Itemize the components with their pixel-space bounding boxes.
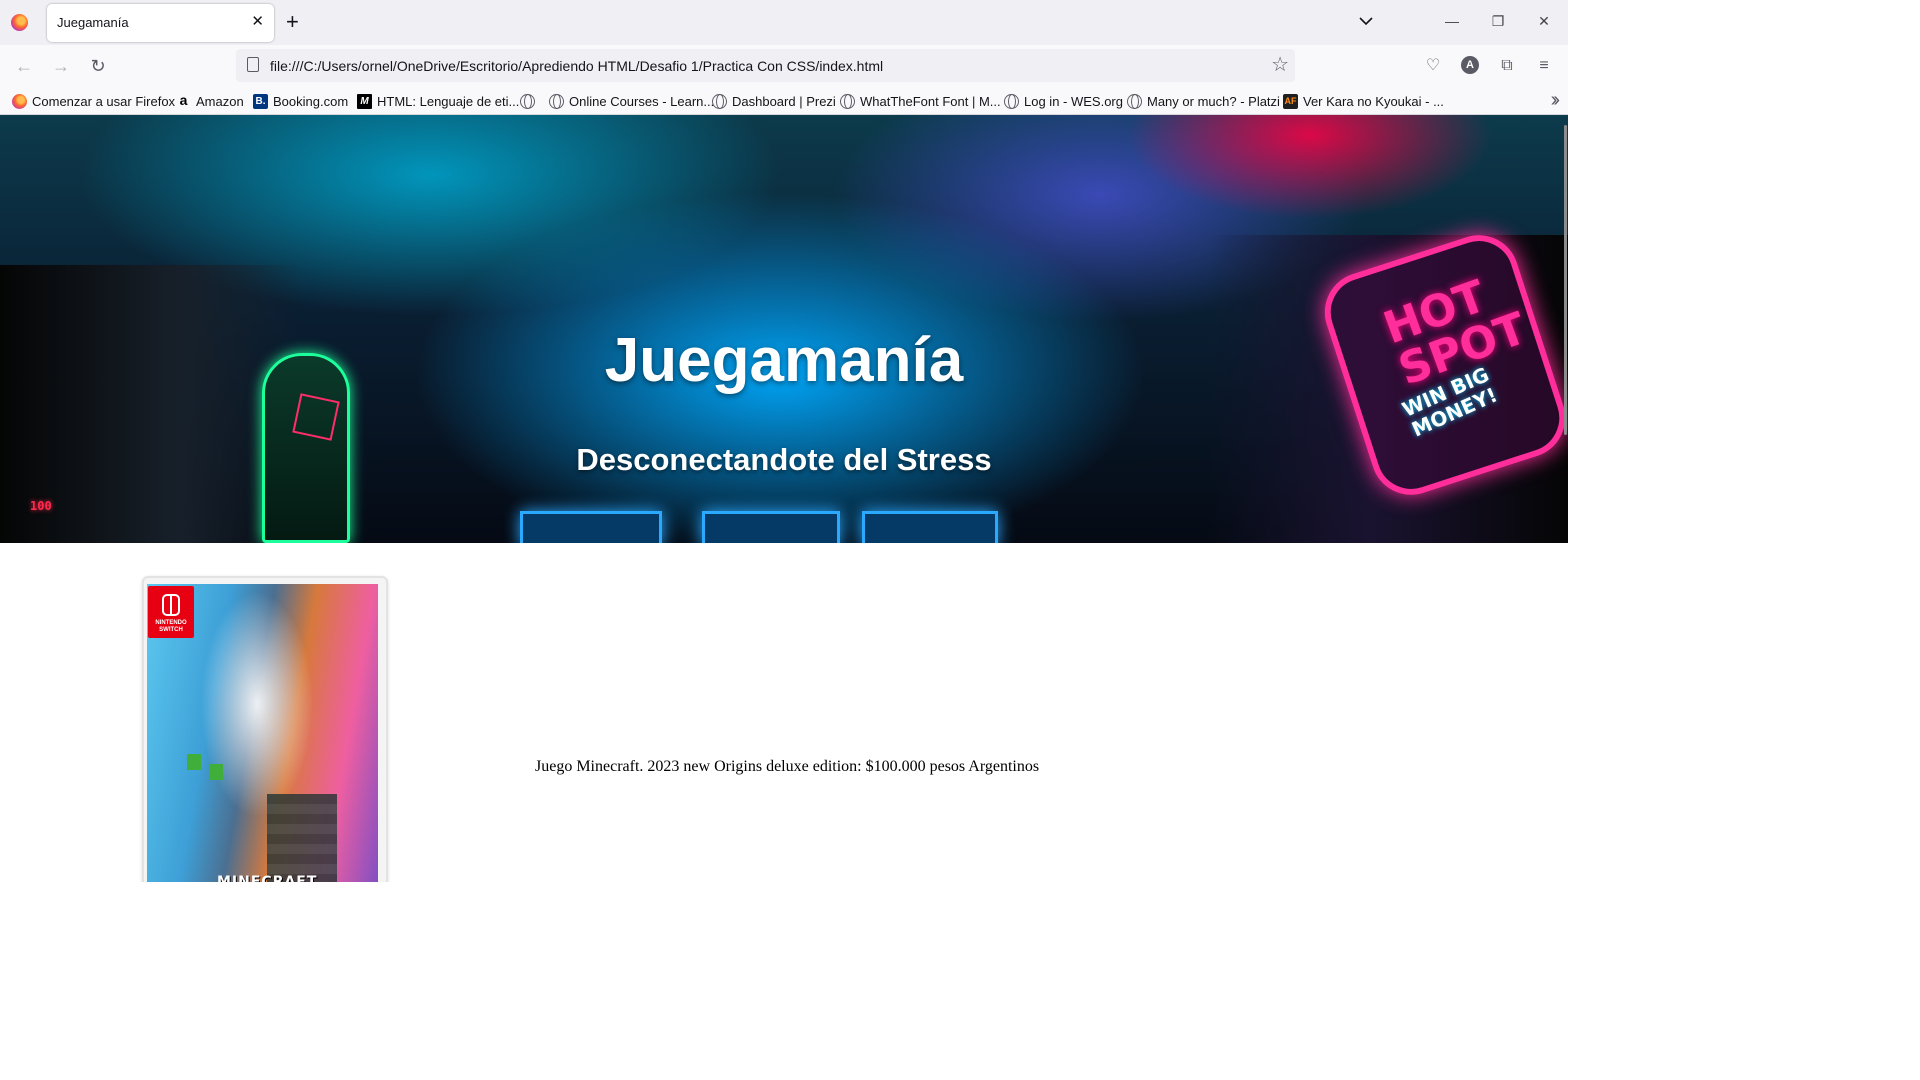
bookmark-online-courses[interactable]: Online Courses - Learn... <box>549 92 714 110</box>
arcade-screen <box>862 511 998 543</box>
local-file-page-icon <box>247 57 259 72</box>
bookmarks-toolbar: Comenzar a usar Firefox a Amazon B. Book… <box>0 87 1568 115</box>
bookmark-globe[interactable] <box>520 92 535 110</box>
firefox-menu-icon[interactable] <box>11 14 28 31</box>
tab-strip: Juegamanía ✕ + — ❐ ✕ <box>0 0 1568 45</box>
bookmark-kara-no-kyoukai[interactable]: AF Ver Kara no Kyoukai - ... <box>1283 92 1444 110</box>
product-description: Juego Minecraft. 2023 new Origins deluxe… <box>535 758 1040 775</box>
more-bookmarks-chevron-icon[interactable]: ›› <box>1551 89 1561 112</box>
neon-sign-frame <box>292 393 340 441</box>
bookmark-label: Log in - WES.org <box>1024 93 1123 109</box>
bookmark-label: Booking.com <box>273 93 349 109</box>
restore-icon[interactable]: ❐ <box>1488 11 1508 31</box>
mdn-icon: M <box>357 93 372 109</box>
close-window-icon[interactable]: ✕ <box>1534 11 1554 31</box>
tab-list-chevron-down-icon[interactable] <box>1359 14 1373 28</box>
machine-digits: 100 <box>30 499 52 513</box>
navigation-toolbar: ← → ↻ file:///C:/Users/ornel/OneDrive/Es… <box>0 45 1568 87</box>
product-image: MINECRAFT NINTENDO SWITCH <box>142 576 388 882</box>
hamburger-menu-icon[interactable]: ≡ <box>1533 55 1555 77</box>
nintendo-switch-badge: NINTENDO SWITCH <box>148 586 194 638</box>
cover-blocks <box>267 794 337 882</box>
bookmark-whatthefont[interactable]: WhatTheFont Font | M... <box>840 92 1001 110</box>
bookmark-prezi[interactable]: Dashboard | Prezi <box>712 92 836 110</box>
booking-icon: B. <box>253 93 268 109</box>
url-bar[interactable]: file:///C:/Users/ornel/OneDrive/Escritor… <box>236 49 1295 82</box>
bookmark-label: HTML: Lenguaje de eti... <box>377 93 520 109</box>
nintendo-switch-logo-icon <box>162 594 180 616</box>
arcade-screen <box>520 511 662 543</box>
globe-icon <box>840 93 855 109</box>
url-text[interactable]: file:///C:/Users/ornel/OneDrive/Escritor… <box>270 58 883 74</box>
bookmark-label: Dashboard | Prezi <box>732 93 836 109</box>
globe-icon <box>549 93 564 109</box>
forward-arrow-icon[interactable]: → <box>49 55 73 77</box>
bookmark-label: Online Courses - Learn... <box>569 93 715 109</box>
bookmark-label: WhatTheFont Font | M... <box>860 93 1001 109</box>
bookmark-label: Ver Kara no Kyoukai - ... <box>1303 93 1444 109</box>
account-avatar-icon[interactable]: A <box>1461 56 1479 74</box>
tab-active[interactable]: Juegamanía ✕ <box>47 4 274 42</box>
page-viewport: 100 HOT SPOT WIN BIG MONEY! Juegamanía D… <box>0 115 1568 882</box>
bookmark-label: Many or much? - Platzi <box>1147 93 1280 109</box>
platform-badge-text: NINTENDO SWITCH <box>155 620 187 633</box>
cover-title: MINECRAFT <box>217 874 318 882</box>
bookmark-label: Amazon <box>196 93 244 109</box>
reload-icon[interactable]: ↻ <box>86 55 110 77</box>
scrollbar-thumb[interactable] <box>1564 125 1567 435</box>
new-tab-icon[interactable]: + <box>286 9 299 35</box>
globe-icon <box>1004 93 1019 109</box>
animeflv-icon: AF <box>1283 93 1298 109</box>
bookmark-booking[interactable]: B. Booking.com <box>253 92 348 110</box>
creeper-figure <box>187 754 201 770</box>
extensions-puzzle-icon[interactable]: ⧉ <box>1496 55 1518 77</box>
hero-banner: 100 HOT SPOT WIN BIG MONEY! Juegamanía D… <box>0 115 1568 543</box>
tab-close-icon[interactable]: ✕ <box>251 13 264 31</box>
globe-icon <box>712 93 727 109</box>
page-scrollbar[interactable] <box>1562 115 1568 882</box>
pocket-icon[interactable]: ♡ <box>1422 55 1444 77</box>
page-title: Juegamanía <box>604 326 964 395</box>
bookmark-mdn[interactable]: M HTML: Lenguaje de eti... <box>357 92 519 110</box>
page-subtitle: Desconectandote del Stress <box>576 442 992 477</box>
globe-icon <box>1127 93 1142 109</box>
arcade-screen <box>702 511 840 543</box>
back-arrow-icon[interactable]: ← <box>12 55 36 77</box>
bookmark-platzi[interactable]: Many or much? - Platzi <box>1127 92 1280 110</box>
firefox-icon <box>12 93 27 109</box>
bookmark-firefox[interactable]: Comenzar a usar Firefox <box>12 92 175 110</box>
minimize-icon[interactable]: — <box>1442 11 1462 31</box>
bookmark-star-icon[interactable]: ☆ <box>1271 54 1289 76</box>
creeper-figure <box>209 764 223 780</box>
bookmark-amazon[interactable]: a Amazon <box>176 92 244 110</box>
tab-title: Juegamanía <box>57 15 129 30</box>
bookmark-label: Comenzar a usar Firefox <box>32 93 176 109</box>
globe-icon <box>520 93 535 109</box>
bookmark-wes[interactable]: Log in - WES.org <box>1004 92 1123 110</box>
amazon-icon: a <box>179 91 188 108</box>
